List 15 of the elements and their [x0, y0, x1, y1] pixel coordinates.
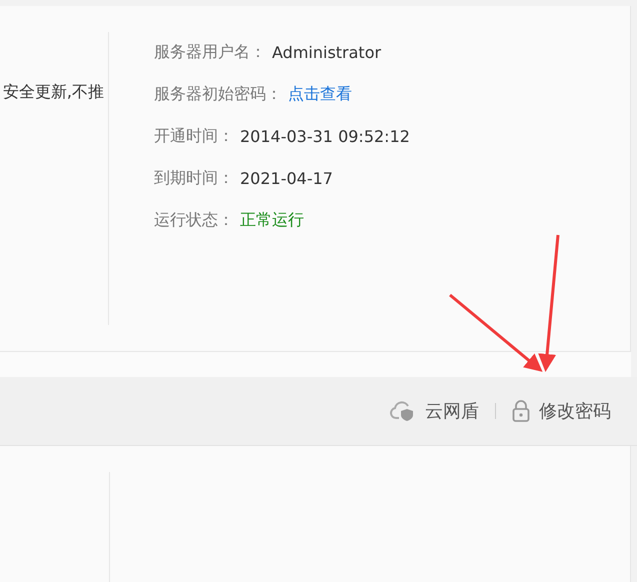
detail-value: 2021-04-17	[240, 169, 333, 188]
action-link[interactable]: 云网盾	[390, 399, 479, 423]
detail-label: 到期时间：	[154, 168, 234, 189]
detail-label: 服务器初始密码：	[154, 84, 282, 105]
lock-icon	[512, 400, 530, 422]
view-link[interactable]: 点击查看	[288, 84, 352, 105]
detail-label: 开通时间：	[154, 126, 234, 147]
detail-value: 2014-03-31 09:52:12	[240, 127, 410, 146]
detail-label: 服务器用户名：	[154, 42, 266, 63]
status-text: 正常运行	[240, 210, 304, 231]
action-link[interactable]: 修改密码	[512, 399, 611, 423]
detail-value: Administrator	[272, 43, 382, 62]
cloud-shield-icon	[390, 400, 416, 422]
detail-label: 运行状态：	[154, 210, 234, 231]
note-text: 安全更新,不推	[2, 82, 104, 103]
